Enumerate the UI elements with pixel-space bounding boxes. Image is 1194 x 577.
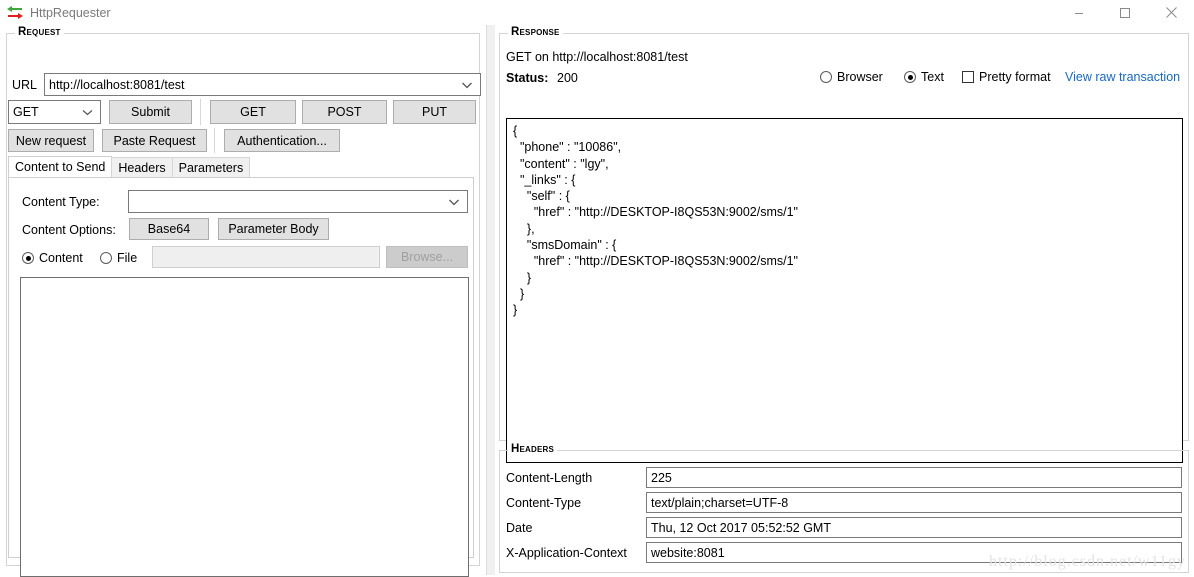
window-title: HttpRequester: [30, 5, 111, 20]
header-name: X-Application-Context: [506, 545, 627, 560]
request-pane: Request URL http://localhost:8081/test G…: [0, 25, 486, 577]
table-row: Content-Length 225: [506, 467, 1182, 488]
http-arrows-icon: [6, 5, 24, 21]
base64-button[interactable]: Base64: [129, 218, 209, 240]
maximize-button[interactable]: [1102, 0, 1148, 25]
header-value[interactable]: Thu, 12 Oct 2017 05:52:52 GMT: [646, 517, 1182, 538]
radio-indicator: [820, 71, 832, 83]
header-value[interactable]: website:8081: [646, 542, 1182, 563]
response-request-line: GET on http://localhost:8081/test: [506, 50, 688, 64]
header-value[interactable]: 225: [646, 467, 1182, 488]
radio-indicator: [22, 252, 34, 264]
file-path-input[interactable]: [152, 246, 380, 268]
tab-content-to-send[interactable]: Content to Send: [8, 156, 113, 177]
content-radio-label: Content: [39, 251, 83, 265]
minimize-icon: [1075, 12, 1083, 14]
tab-headers[interactable]: Headers: [111, 157, 173, 177]
url-input-value: http://localhost:8081/test: [49, 77, 185, 92]
toolbar-separator-1: [200, 99, 201, 125]
response-group-title: Response: [508, 26, 563, 38]
content-type-select[interactable]: [128, 190, 468, 213]
status-label: Status:: [506, 71, 549, 85]
pretty-format-checkbox[interactable]: Pretty format: [962, 70, 1051, 84]
response-body-text[interactable]: { "phone" : "10086", "content" : "lgy", …: [506, 118, 1183, 463]
method-select[interactable]: GET: [8, 100, 101, 124]
table-row: X-Application-Context website:8081: [506, 542, 1182, 563]
view-text-label: Text: [921, 70, 944, 84]
file-radio[interactable]: File: [100, 251, 137, 265]
workspace: Request URL http://localhost:8081/test G…: [0, 25, 1194, 577]
header-value[interactable]: text/plain;charset=UTF-8: [646, 492, 1182, 513]
window-controls: [1056, 0, 1194, 25]
chevron-down-icon: [82, 105, 93, 119]
authentication-button[interactable]: Authentication...: [224, 129, 340, 152]
header-name: Content-Length: [506, 470, 593, 485]
view-raw-transaction-link[interactable]: View raw transaction: [1065, 70, 1180, 84]
chevron-down-icon: [461, 78, 473, 92]
url-input[interactable]: http://localhost:8081/test: [44, 73, 481, 96]
url-label: URL: [12, 78, 38, 92]
content-radio[interactable]: Content: [22, 251, 83, 265]
table-row: Content-Type text/plain;charset=UTF-8: [506, 492, 1182, 513]
status-value: 200: [557, 71, 578, 85]
request-tabstrip: Content to Send Headers Parameters: [8, 156, 251, 177]
checkbox-indicator: [962, 71, 974, 83]
method-select-value: GET: [13, 105, 39, 119]
header-name: Date: [506, 520, 533, 535]
close-button[interactable]: [1148, 0, 1194, 25]
pretty-format-label: Pretty format: [979, 70, 1051, 84]
paste-request-button[interactable]: Paste Request: [102, 129, 207, 152]
quick-post-button[interactable]: POST: [302, 100, 387, 124]
headers-group-title: Headers: [508, 443, 558, 455]
tab-parameters[interactable]: Parameters: [171, 157, 251, 177]
quick-put-button[interactable]: PUT: [393, 100, 476, 124]
view-browser-label: Browser: [837, 70, 883, 84]
radio-indicator: [100, 252, 112, 264]
content-type-label: Content Type:: [22, 195, 100, 209]
view-text-radio[interactable]: Text: [904, 70, 944, 84]
new-request-button[interactable]: New request: [8, 129, 94, 152]
file-radio-label: File: [117, 251, 138, 265]
content-options-label: Content Options:: [22, 223, 116, 237]
maximize-icon: [1120, 7, 1130, 18]
toolbar-separator-2: [214, 128, 215, 153]
header-name: Content-Type: [506, 495, 582, 510]
browse-button[interactable]: Browse...: [386, 246, 468, 268]
title-bar: HttpRequester: [0, 0, 1194, 25]
submit-button[interactable]: Submit: [109, 100, 192, 124]
request-group-title: Request: [15, 26, 64, 38]
view-browser-radio[interactable]: Browser: [820, 70, 883, 84]
parameter-body-button[interactable]: Parameter Body: [218, 218, 329, 240]
table-row: Date Thu, 12 Oct 2017 05:52:52 GMT: [506, 517, 1182, 538]
quick-get-button[interactable]: GET: [210, 100, 296, 124]
response-pane: Response GET on http://localhost:8081/te…: [495, 25, 1194, 575]
chevron-down-icon: [448, 195, 460, 209]
close-icon: [1165, 7, 1177, 18]
content-body-editor[interactable]: [20, 277, 469, 577]
radio-indicator: [904, 71, 916, 83]
minimize-button[interactable]: [1056, 0, 1102, 25]
